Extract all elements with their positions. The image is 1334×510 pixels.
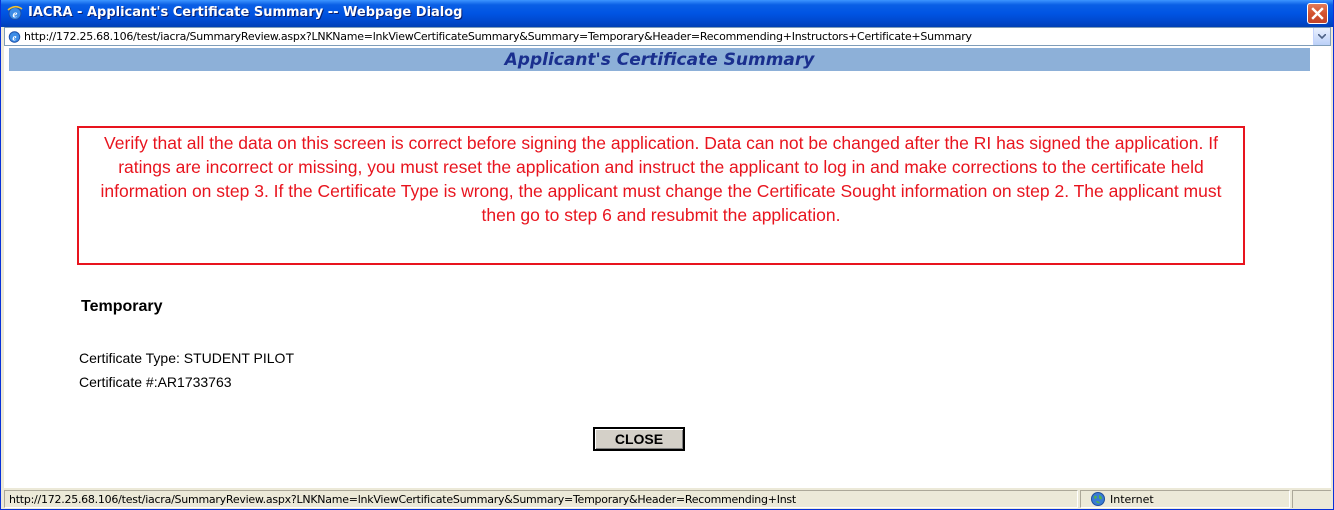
page-icon: e (7, 29, 22, 44)
warning-box: Verify that all the data on this screen … (77, 126, 1245, 265)
title-bar[interactable]: e IACRA - Applicant's Certificate Summar… (1, 0, 1333, 27)
address-dropdown-button[interactable] (1313, 28, 1330, 45)
certificate-type: Certificate Type: STUDENT PILOT (79, 350, 294, 366)
chevron-down-icon (1318, 34, 1326, 39)
section-heading: Temporary (81, 298, 163, 315)
security-zone-pane[interactable]: Internet (1080, 490, 1290, 508)
security-zone: Internet (1110, 493, 1154, 506)
warning-text: Verify that all the data on this screen … (100, 133, 1222, 225)
status-url-pane: http://172.25.68.106/test/iacra/SummaryR… (4, 490, 1078, 508)
page-header: Applicant's Certificate Summary (9, 48, 1310, 71)
close-icon (1311, 7, 1324, 20)
close-button[interactable]: CLOSE (593, 427, 685, 451)
svg-text:e: e (12, 33, 16, 43)
status-url: http://172.25.68.106/test/iacra/SummaryR… (9, 493, 796, 506)
window-title: IACRA - Applicant's Certificate Summary … (28, 5, 463, 20)
dialog-window: e IACRA - Applicant's Certificate Summar… (0, 0, 1334, 510)
close-window-button[interactable] (1307, 3, 1328, 24)
certificate-number: Certificate #:AR1733763 (79, 374, 232, 390)
svg-text:e: e (13, 9, 18, 21)
address-bar[interactable]: e http://172.25.68.106/test/iacra/Summar… (4, 27, 1331, 46)
resize-grip[interactable] (1292, 490, 1331, 508)
page-title: Applicant's Certificate Summary (504, 50, 815, 70)
address-url: http://172.25.68.106/test/iacra/SummaryR… (24, 30, 972, 43)
ie-icon: e (7, 5, 23, 21)
page-content: Applicant's Certificate Summary Verify t… (4, 46, 1331, 488)
status-bar: http://172.25.68.106/test/iacra/SummaryR… (4, 489, 1331, 509)
globe-icon (1090, 491, 1106, 507)
scrollbar-area (1314, 46, 1331, 488)
